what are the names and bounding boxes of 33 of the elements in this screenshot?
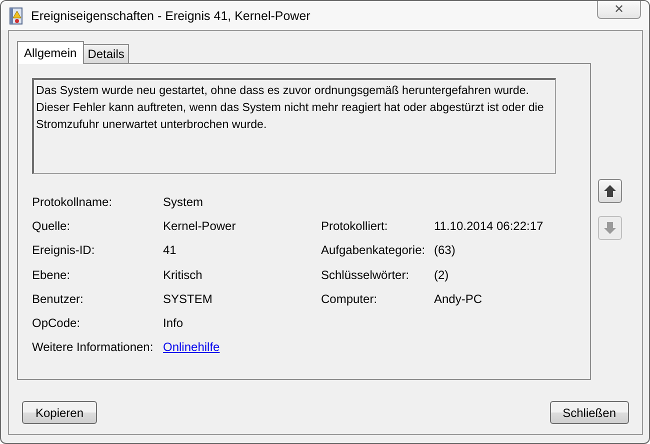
down-arrow-icon <box>603 221 617 235</box>
close-dialog-button[interactable]: Schließen <box>550 401 629 424</box>
field-label: Protokollname: <box>32 195 114 210</box>
field-label: Protokolliert: <box>321 219 389 234</box>
field-label: Aufgabenkategorie: <box>321 243 426 258</box>
field-value: (63) <box>434 243 456 258</box>
field-value: SYSTEM <box>163 292 214 306</box>
field-value: Info <box>163 316 184 330</box>
field-label: Computer: <box>321 292 378 306</box>
field-value: 41 <box>163 243 178 258</box>
field-label: Benutzer: <box>32 292 84 306</box>
field-value: Kritisch <box>163 268 204 282</box>
field-value: 11.10.2014 06:22:17 <box>434 219 544 234</box>
up-arrow-icon <box>603 184 617 198</box>
tab[interactable]: Allgemein <box>17 41 84 64</box>
field-label: OpCode: <box>32 316 82 330</box>
field-label: Quelle: <box>32 219 72 234</box>
field-label: Ebene: <box>32 268 72 282</box>
field-value: System <box>163 195 204 210</box>
tab[interactable]: Details <box>82 44 130 63</box>
field-label: Ereignis-ID: <box>32 243 96 258</box>
event-log-icon <box>9 6 23 24</box>
window-title: Ereigniseigenschaften - Ereignis 41, Kernel-Power <box>31 8 310 22</box>
help-link[interactable]: Onlinehilfe <box>163 340 220 354</box>
field-value: Andy-PC <box>434 292 484 306</box>
description-text: Das System wurde neu gestartet, ohne dass es zuvor ordnungsgemäß heruntergefahren wurde. Dieser Fehler kann auftreten, wenn das System nicht mehr reagiert hat oder abgestürzt ist oder die Stromzufuhr unerwartet unterbrochen wurde. <box>32 78 556 174</box>
previous-button[interactable] <box>598 179 622 203</box>
field-value: (2) <box>434 268 450 282</box>
copy-button[interactable]: Kopieren <box>22 401 97 424</box>
close-button[interactable]: ✕ <box>597 1 641 19</box>
field-label: Weitere Informationen: <box>32 340 154 354</box>
field-label: Schlüsselwörter: <box>321 268 410 282</box>
field-value: Kernel-Power <box>163 219 237 234</box>
